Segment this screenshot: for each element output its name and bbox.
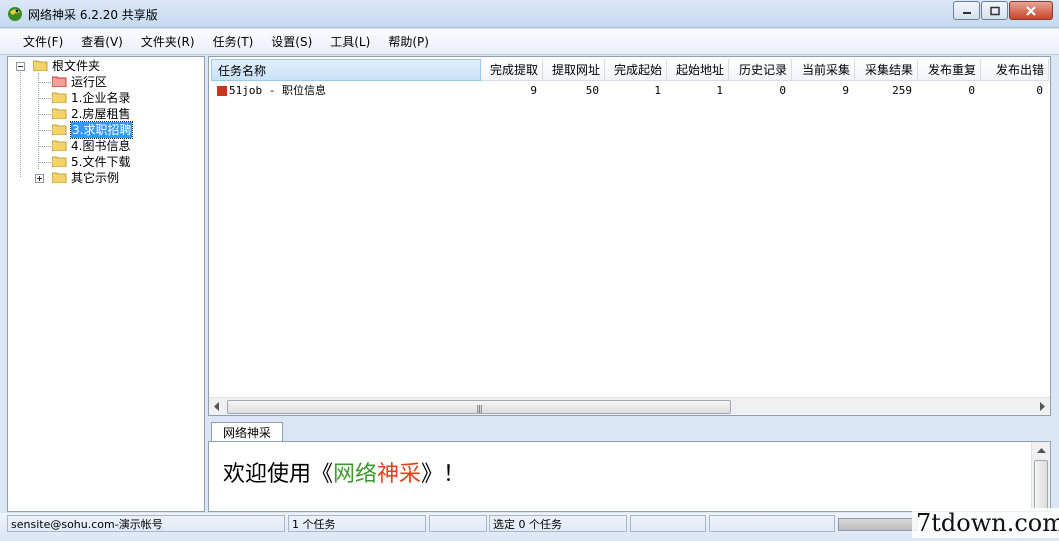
- menu-help[interactable]: 帮助(P): [379, 31, 438, 53]
- welcome-message: 欢迎使用《网络神采》！: [223, 456, 465, 488]
- cell-start-url: 1: [716, 84, 723, 97]
- column-task-name[interactable]: 任务名称: [211, 59, 481, 81]
- tree-line: [39, 162, 51, 163]
- menu-task[interactable]: 任务(T): [204, 31, 263, 53]
- cell-history: 0: [779, 84, 786, 97]
- cell-start-done: 1: [654, 84, 661, 97]
- cell-extract-url: 50: [585, 84, 599, 97]
- tree-label: 根文件夹: [52, 59, 101, 73]
- cell-task-name: 51job - 职位信息: [229, 84, 326, 97]
- collapse-toggle[interactable]: [16, 62, 25, 71]
- tree-item-jobs[interactable]: 3.求职招聘: [8, 121, 204, 139]
- scroll-left-icon[interactable]: [213, 402, 221, 411]
- tree-label: 5.文件下载: [71, 155, 131, 169]
- folder-icon: [52, 172, 67, 183]
- scroll-right-icon[interactable]: [1038, 402, 1046, 411]
- bottom-tab-strip: 网络神采: [208, 418, 1051, 443]
- tree-item-company[interactable]: 1.企业名录: [8, 90, 204, 106]
- tree-item-run-area[interactable]: 运行区: [8, 74, 204, 90]
- tree-line: [39, 146, 51, 147]
- column-extracted[interactable]: 完成提取: [481, 59, 543, 81]
- tree-line: [39, 98, 51, 99]
- tree-label: 运行区: [71, 75, 108, 89]
- title-bar: 网络神采 6.2.20 共享版: [0, 0, 1059, 28]
- menu-view[interactable]: 查看(V): [72, 31, 132, 53]
- tree-item-root[interactable]: 根文件夹: [8, 58, 204, 74]
- horizontal-scrollbar[interactable]: |||: [209, 397, 1050, 415]
- grip-icon: |||: [476, 404, 482, 413]
- progress-bar: [838, 518, 918, 531]
- menu-tools[interactable]: 工具(L): [321, 31, 379, 53]
- watermark: 7tdown.com: [912, 508, 1059, 538]
- cell-publish-dup: 0: [968, 84, 975, 97]
- menu-file[interactable]: 文件(F): [14, 31, 72, 53]
- status-spacer: [709, 515, 835, 532]
- scroll-thumb[interactable]: [1034, 460, 1048, 511]
- column-start-done[interactable]: 完成起始: [605, 59, 667, 81]
- folder-icon: [52, 92, 67, 103]
- tree-label: 其它示例: [71, 171, 120, 185]
- app-logo-icon: [8, 7, 22, 21]
- column-extract-url[interactable]: 提取网址: [543, 59, 605, 81]
- scroll-thumb[interactable]: |||: [227, 400, 731, 414]
- tree-label: 2.房屋租售: [71, 107, 131, 121]
- status-account: sensite@sohu.com-演示帐号: [7, 515, 285, 532]
- task-list-header: 任务名称 完成提取 提取网址 完成起始 起始地址 历史记录 当前采集 采集结果 …: [209, 59, 1050, 81]
- menu-settings[interactable]: 设置(S): [262, 31, 321, 53]
- cell-results: 259: [892, 84, 912, 97]
- tree-label: 1.企业名录: [71, 91, 131, 105]
- maximize-icon: [989, 6, 1000, 15]
- tree-line: [39, 114, 51, 115]
- folder-icon: [52, 156, 67, 167]
- folder-icon: [52, 108, 67, 119]
- menu-bar: 文件(F) 查看(V) 文件夹(R) 任务(T) 设置(S) 工具(L) 帮助(…: [0, 29, 1059, 55]
- status-task-count: 1 个任务: [288, 515, 426, 532]
- column-history[interactable]: 历史记录: [729, 59, 792, 81]
- close-icon: [1026, 5, 1036, 16]
- column-publish-dup[interactable]: 发布重复: [918, 59, 981, 81]
- folder-icon: [52, 140, 67, 151]
- folder-icon: [52, 124, 67, 135]
- folder-tree[interactable]: 根文件夹 运行区 1.企业名录 2.房屋租售 3.求职招聘 4.图书信息 5.文…: [7, 56, 205, 512]
- close-button[interactable]: [1009, 1, 1053, 20]
- welcome-pane: 欢迎使用《网络神采》！: [208, 441, 1051, 512]
- cell-publish-error: 0: [1036, 84, 1043, 97]
- window-controls: [952, 1, 1053, 20]
- welcome-prefix: 欢迎使用《: [223, 462, 334, 487]
- expand-toggle[interactable]: [35, 174, 44, 183]
- window-title: 网络神采 6.2.20 共享版: [28, 8, 158, 22]
- tree-label-selected: 3.求职招聘: [69, 121, 134, 139]
- column-start-url[interactable]: 起始地址: [667, 59, 729, 81]
- cell-extracted: 9: [530, 84, 537, 97]
- minimize-button[interactable]: [953, 1, 980, 20]
- tree-item-other-examples[interactable]: 其它示例: [8, 170, 204, 186]
- table-row[interactable]: 51job - 职位信息 9 50 1 1 0 9 259 0 0: [209, 83, 1050, 99]
- welcome-word-2: 神采: [377, 462, 422, 487]
- welcome-word-1: 网络: [333, 462, 378, 487]
- scroll-up-icon[interactable]: [1037, 447, 1046, 454]
- column-publish-error[interactable]: 发布出错: [981, 59, 1049, 81]
- tree-item-housing[interactable]: 2.房屋租售: [8, 106, 204, 122]
- open-folder-icon: [33, 60, 48, 71]
- maximize-button[interactable]: [981, 1, 1008, 20]
- tab-welcome[interactable]: 网络神采: [211, 422, 283, 443]
- column-current[interactable]: 当前采集: [792, 59, 855, 81]
- tree-line: [39, 82, 51, 83]
- minimize-icon: [962, 11, 971, 14]
- tree-line: [39, 130, 51, 131]
- tree-label: 4.图书信息: [71, 139, 131, 153]
- tree-item-downloads[interactable]: 5.文件下载: [8, 154, 204, 170]
- column-results[interactable]: 采集结果: [855, 59, 918, 81]
- welcome-suffix: 》！: [421, 462, 466, 487]
- task-list[interactable]: 任务名称 完成提取 提取网址 完成起始 起始地址 历史记录 当前采集 采集结果 …: [208, 56, 1051, 416]
- tree-item-books[interactable]: 4.图书信息: [8, 138, 204, 154]
- red-folder-icon: [52, 76, 67, 87]
- status-spacer: [429, 515, 487, 532]
- status-bar: sensite@sohu.com-演示帐号 1 个任务 选定 0 个任务: [0, 513, 1059, 541]
- menu-folder[interactable]: 文件夹(R): [132, 31, 204, 53]
- status-selected: 选定 0 个任务: [489, 515, 627, 532]
- status-spacer: [630, 515, 706, 532]
- cell-current: 9: [842, 84, 849, 97]
- vertical-scrollbar[interactable]: [1031, 442, 1050, 511]
